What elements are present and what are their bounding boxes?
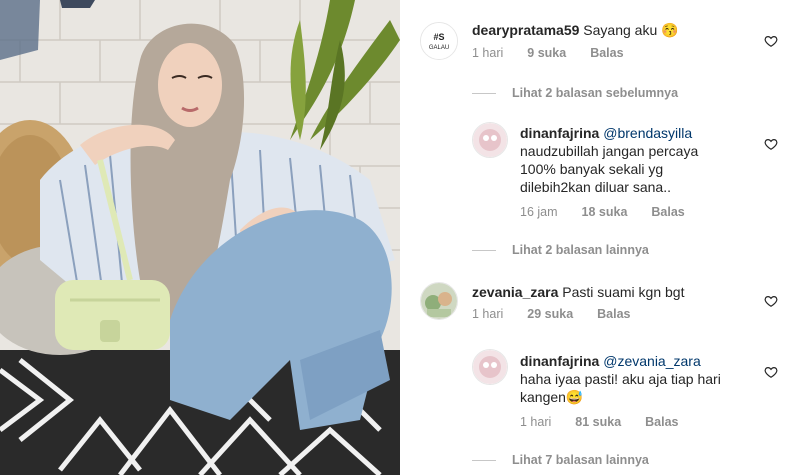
reply-line-1: naudzubillah⁣ jangan percaya	[520, 143, 699, 159]
avatar-image	[473, 123, 507, 157]
comment-body: Sayang aku 😚	[583, 22, 679, 38]
svg-text:GALAU: GALAU	[429, 45, 449, 51]
avatar-image	[473, 350, 507, 384]
reply-line-1: haha iyaa pasti! aku aja tiap hari	[520, 371, 721, 387]
comment-time[interactable]: 1 hari	[472, 307, 503, 321]
reply-line-3: dilebih2kan diluar sana..	[520, 179, 671, 195]
view-more-replies[interactable]: Lihat 2 balasan lainnya	[472, 243, 649, 257]
view-previous-replies[interactable]: Lihat 2 balasan sebelumnya	[472, 86, 678, 100]
comment-likes[interactable]: 9 suka	[527, 46, 566, 60]
like-heart-icon[interactable]	[764, 34, 778, 48]
view-more-replies[interactable]: Lihat 7 balasan lainnya	[472, 453, 649, 467]
reply-username[interactable]: dinanfajrina	[520, 353, 599, 369]
avatar[interactable]: #S GALAU	[420, 22, 458, 60]
post-photo	[0, 0, 400, 475]
view-replies-label: Lihat 7 balasan lainnya	[512, 453, 649, 467]
divider-line	[472, 92, 496, 94]
comment-likes[interactable]: 29 suka	[527, 307, 573, 321]
reply-time[interactable]: 1 hari	[520, 415, 551, 429]
comment-time[interactable]: 1 hari	[472, 46, 503, 60]
like-heart-icon[interactable]	[764, 137, 778, 151]
reply-button[interactable]: Balas	[597, 307, 630, 321]
reply-text: dinanfajrina @zevania_zara haha iyaa pas…	[520, 352, 770, 406]
svg-text:#S: #S	[433, 32, 444, 42]
reply-line-2: kangen😅	[520, 389, 584, 405]
comment-username[interactable]: zevania_zara	[472, 284, 558, 300]
avatar-image	[421, 283, 457, 319]
reply-meta: 16 jam 18 suka Balas	[520, 205, 709, 219]
avatar[interactable]	[472, 122, 508, 158]
avatar-image: #S GALAU	[421, 23, 457, 59]
reply-button[interactable]: Balas	[645, 415, 678, 429]
comment-meta: 1 hari 9 suka Balas	[472, 46, 648, 60]
divider-line	[472, 249, 496, 251]
divider-line	[472, 459, 496, 461]
reply-text: dinanfajrina @brendasyilla naudzubillah⁣…	[520, 124, 760, 196]
reply-time[interactable]: 16 jam	[520, 205, 558, 219]
reply-meta: 1 hari 81 suka Balas	[520, 415, 703, 429]
reply-mention[interactable]: @brendasyilla	[603, 125, 692, 141]
comment-text: dearypratama59 Sayang aku 😚	[472, 21, 679, 39]
comments-panel: #S GALAU dearypratama59 Sayang aku 😚 1 h…	[400, 0, 800, 475]
comment-text: zevania_zara Pasti suami kgn bgt	[472, 283, 684, 301]
view-replies-label: Lihat 2 balasan sebelumnya	[512, 86, 679, 100]
reply-likes[interactable]: 18 suka	[582, 205, 628, 219]
reply-mention[interactable]: @zevania_zara	[603, 353, 701, 369]
reply-likes[interactable]: 81 suka	[575, 415, 621, 429]
view-replies-label: Lihat 2 balasan lainnya	[512, 243, 649, 257]
comment-username[interactable]: dearypratama59	[472, 22, 579, 38]
reply-button[interactable]: Balas	[590, 46, 623, 60]
reply-line-2: 100% banyak sekali yg	[520, 161, 664, 177]
like-heart-icon[interactable]	[764, 294, 778, 308]
avatar[interactable]	[472, 349, 508, 385]
comment-body: Pasti suami kgn bgt	[562, 284, 685, 300]
reply-username[interactable]: dinanfajrina	[520, 125, 599, 141]
avatar[interactable]	[420, 282, 458, 320]
comment-meta: 1 hari 29 suka Balas	[472, 307, 655, 321]
like-heart-icon[interactable]	[764, 365, 778, 379]
reply-button[interactable]: Balas	[651, 205, 684, 219]
